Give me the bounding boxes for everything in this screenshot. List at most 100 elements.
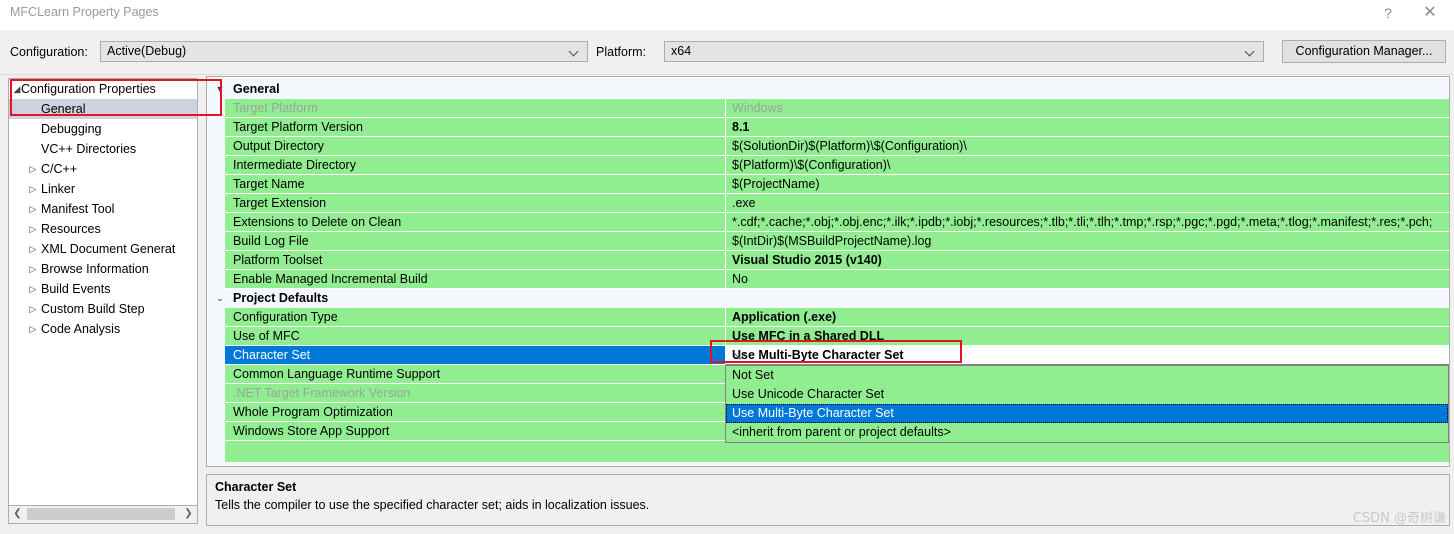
property-row[interactable]: Target Platform Version 8.1 xyxy=(207,118,1449,137)
tree-item-label: Manifest Tool xyxy=(41,202,115,216)
property-row[interactable]: Target Extension .exe xyxy=(207,194,1449,213)
property-value-cell[interactable]: $(Platform)\$(Configuration)\ xyxy=(725,156,1449,175)
property-name-cell[interactable]: Output Directory xyxy=(225,137,725,156)
property-row[interactable]: Intermediate Directory $(Platform)\$(Conf… xyxy=(207,156,1449,175)
property-row[interactable]: Build Log File $(IntDir)$(MSBuildProjectN… xyxy=(207,232,1449,251)
tree-item-browse-information[interactable]: ▷ Browse Information xyxy=(9,259,197,279)
platform-select[interactable]: x64 xyxy=(664,41,1264,62)
property-row[interactable]: Use of MFC Use MFC in a Shared DLL xyxy=(207,327,1449,346)
tree-item-label: C/C++ xyxy=(41,162,78,176)
tree-collapsed-icon[interactable]: ▷ xyxy=(25,319,41,339)
tree-horizontal-scrollbar[interactable]: ❮ ❯ xyxy=(8,506,198,524)
configuration-properties-tree[interactable]: ◢ Configuration Properties General Debuggin… xyxy=(8,78,198,506)
property-name-cell[interactable]: Target Extension xyxy=(225,194,725,213)
scroll-left-icon[interactable]: ❮ xyxy=(9,506,26,522)
tree-item-debugging[interactable]: Debugging xyxy=(9,119,197,139)
configuration-select[interactable]: Active(Debug) xyxy=(100,41,588,62)
property-pages-dialog: MFCLearn Property Pages ? ✕ Configuratio… xyxy=(0,0,1454,534)
property-name-cell[interactable]: .NET Target Framework Version xyxy=(225,384,725,403)
help-icon[interactable]: ? xyxy=(1368,0,1408,26)
property-row[interactable]: Configuration Type Application (.exe) xyxy=(207,308,1449,327)
scroll-right-icon[interactable]: ❯ xyxy=(180,506,197,522)
category-expander-icon[interactable]: ⌄ xyxy=(213,289,227,308)
property-value-cell[interactable]: 8.1 xyxy=(725,118,1449,137)
property-row[interactable]: Enable Managed Incremental Build No xyxy=(207,270,1449,289)
property-row[interactable]: Output Directory $(SolutionDir)$(Platform… xyxy=(207,137,1449,156)
property-row[interactable]: Platform Toolset Visual Studio 2015 (v140… xyxy=(207,251,1449,270)
tree-item-vc-directories[interactable]: VC++ Directories xyxy=(9,139,197,159)
property-value-editor[interactable]: Use Multi-Byte Character Set xyxy=(725,346,1449,365)
property-name-cell[interactable]: Windows Store App Support xyxy=(225,422,725,441)
tree-collapsed-icon[interactable]: ▷ xyxy=(25,239,41,259)
property-row[interactable]: Target Name $(ProjectName) xyxy=(207,175,1449,194)
property-value-cell[interactable]: .exe xyxy=(725,194,1449,213)
configuration-label: Configuration: xyxy=(10,45,88,59)
configuration-manager-button[interactable]: Configuration Manager... xyxy=(1282,40,1446,63)
property-name-cell[interactable]: Configuration Type xyxy=(225,308,725,327)
property-value: $(IntDir)$(MSBuildProjectName).log xyxy=(732,234,932,248)
dropdown-option[interactable]: Use Multi-Byte Character Set xyxy=(726,404,1448,423)
property-row[interactable]: Character Set Not Set Use Unicode Characte… xyxy=(207,346,1449,443)
property-value-cell[interactable]: $(ProjectName) xyxy=(725,175,1449,194)
property-row[interactable]: Target Platform Windows xyxy=(207,99,1449,118)
property-grid[interactable]: ▼ General Target Platform Windows Target Pla… xyxy=(206,76,1450,467)
property-name-cell[interactable]: Target Platform Version xyxy=(225,118,725,137)
property-value-cell[interactable]: $(IntDir)$(MSBuildProjectName).log xyxy=(725,232,1449,251)
tree-collapsed-icon[interactable]: ▷ xyxy=(25,179,41,199)
category-expander-icon[interactable]: ▼ xyxy=(213,80,227,99)
property-name-cell[interactable]: Character Set xyxy=(225,346,725,365)
tree-item-code-analysis[interactable]: ▷ Code Analysis xyxy=(9,319,197,339)
property-name-cell[interactable]: Build Log File xyxy=(225,232,725,251)
property-name-cell[interactable]: Whole Program Optimization xyxy=(225,403,725,422)
property-value: Visual Studio 2015 (v140) xyxy=(732,253,882,267)
tree-item-custom-build-step[interactable]: ▷ Custom Build Step xyxy=(9,299,197,319)
tree-collapsed-icon[interactable]: ▷ xyxy=(25,159,41,179)
category-row[interactable]: ▼ General xyxy=(207,80,1449,99)
property-value-cell[interactable]: Use MFC in a Shared DLL xyxy=(725,327,1449,346)
property-value-cell[interactable]: $(SolutionDir)$(Platform)\$(Configuratio… xyxy=(725,137,1449,156)
property-name-cell[interactable]: Common Language Runtime Support xyxy=(225,365,725,384)
watermark: CSDN @奇树谦 xyxy=(1352,511,1446,526)
category-row[interactable]: ⌄ Project Defaults xyxy=(207,289,1449,308)
property-value-cell[interactable]: *.cdf;*.cache;*.obj;*.obj.enc;*.ilk;*.ip… xyxy=(725,213,1449,232)
property-row[interactable]: Extensions to Delete on Clean *.cdf;*.cac… xyxy=(207,213,1449,232)
scrollbar-thumb[interactable] xyxy=(27,508,175,520)
tree-item-label: Resources xyxy=(41,222,101,236)
tree-item-manifest-tool[interactable]: ▷ Manifest Tool xyxy=(9,199,197,219)
property-value-cell[interactable]: Windows xyxy=(725,99,1449,118)
property-name-cell[interactable]: Extensions to Delete on Clean xyxy=(225,213,725,232)
property-value: Use MFC in a Shared DLL xyxy=(732,329,885,343)
property-name-cell[interactable]: Target Platform xyxy=(225,99,725,118)
property-name-cell[interactable]: Intermediate Directory xyxy=(225,156,725,175)
tree-item-configuration-properties[interactable]: ◢ Configuration Properties xyxy=(9,79,197,99)
tree-item-label: Linker xyxy=(41,182,76,196)
tree-collapsed-icon[interactable]: ▷ xyxy=(25,199,41,219)
property-name-cell[interactable]: Use of MFC xyxy=(225,327,725,346)
character-set-dropdown-list[interactable]: Not Set Use Unicode Character Set Use Mult… xyxy=(725,365,1449,443)
tree-collapsed-icon[interactable]: ▷ xyxy=(25,279,41,299)
tree-item-c-c[interactable]: ▷ C/C++ xyxy=(9,159,197,179)
property-name: Use of MFC xyxy=(233,329,300,343)
tree-collapsed-icon[interactable]: ▷ xyxy=(25,259,41,279)
tree-item-resources[interactable]: ▷ Resources xyxy=(9,219,197,239)
dropdown-option[interactable]: Use Unicode Character Set xyxy=(726,385,1448,404)
tree-item-build-events[interactable]: ▷ Build Events xyxy=(9,279,197,299)
dropdown-option[interactable]: <inherit from parent or project defaults… xyxy=(726,423,1448,442)
property-value-cell[interactable]: No xyxy=(725,270,1449,289)
tree-collapsed-icon[interactable]: ▷ xyxy=(25,299,41,319)
category-label: Project Defaults xyxy=(233,291,329,305)
property-name: .NET Target Framework Version xyxy=(233,386,411,400)
chevron-down-icon[interactable] xyxy=(732,346,748,361)
property-value-cell[interactable]: Visual Studio 2015 (v140) xyxy=(725,251,1449,270)
property-name-cell[interactable]: Platform Toolset xyxy=(225,251,725,270)
property-name-cell[interactable]: Target Name xyxy=(225,175,725,194)
property-name-cell[interactable]: Enable Managed Incremental Build xyxy=(225,270,725,289)
property-value-cell[interactable]: Application (.exe) xyxy=(725,308,1449,327)
close-icon[interactable]: ✕ xyxy=(1410,0,1450,26)
tree-collapsed-icon[interactable]: ▷ xyxy=(25,219,41,239)
tree-item-general[interactable]: General xyxy=(9,99,197,119)
tree-item-linker[interactable]: ▷ Linker xyxy=(9,179,197,199)
dropdown-option[interactable]: Not Set xyxy=(726,366,1448,385)
property-name: Character Set xyxy=(233,348,311,362)
tree-item-xml-document-generat[interactable]: ▷ XML Document Generat xyxy=(9,239,197,259)
